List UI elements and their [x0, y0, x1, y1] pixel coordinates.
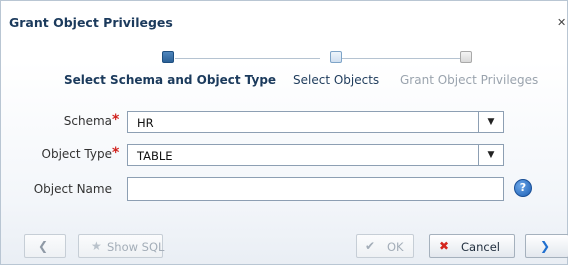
- object-name-input[interactable]: [127, 177, 504, 201]
- train-stop-select-objects[interactable]: [330, 51, 342, 63]
- object-type-select-value: TABLE: [137, 149, 173, 163]
- cancel-button[interactable]: ✖ Cancel: [429, 234, 515, 258]
- object-type-label: Object Type: [41, 147, 112, 161]
- train-stop-grant-privileges: [460, 51, 472, 63]
- checkmark-icon: ✔: [365, 239, 376, 253]
- show-sql-button[interactable]: ★ Show SQL: [78, 234, 165, 258]
- ok-button[interactable]: ✔ OK: [356, 234, 414, 258]
- train-stop-select-schema: [162, 51, 174, 63]
- next-button[interactable]: ❯: [525, 234, 568, 258]
- cancel-label: Cancel: [461, 240, 500, 254]
- train-label-select-schema: Select Schema and Object Type: [64, 73, 277, 87]
- next-chevron-icon: ❯: [540, 239, 551, 253]
- help-icon[interactable]: ?: [514, 179, 532, 197]
- back-button[interactable]: ❮: [24, 234, 66, 258]
- object-name-label: Object Name: [33, 182, 112, 196]
- train-connector: [175, 58, 320, 59]
- train-label-select-objects[interactable]: Select Objects: [293, 73, 379, 87]
- schema-select-value: HR: [137, 116, 154, 130]
- required-indicator: *: [112, 145, 120, 161]
- dropdown-arrow-icon[interactable]: ▼: [478, 145, 503, 165]
- show-sql-label: Show SQL: [107, 240, 165, 254]
- required-indicator: *: [112, 112, 120, 128]
- train-connector: [342, 58, 460, 59]
- dialog-title: Grant Object Privileges: [9, 15, 173, 30]
- train-label-grant-privileges: Grant Object Privileges: [400, 73, 539, 87]
- back-chevron-icon: ❮: [38, 239, 49, 253]
- object-type-select[interactable]: TABLE ▼: [127, 144, 504, 166]
- dropdown-arrow-icon[interactable]: ▼: [478, 112, 503, 132]
- schema-label: Schema: [63, 114, 112, 128]
- grant-object-privileges-dialog: Grant Object Privileges ✕ Select Schema …: [0, 0, 568, 265]
- close-icon[interactable]: ✕: [557, 17, 567, 29]
- cancel-x-icon: ✖: [439, 239, 450, 253]
- schema-select[interactable]: HR ▼: [127, 111, 504, 133]
- star-icon: ★: [91, 239, 102, 253]
- ok-label: OK: [387, 240, 404, 254]
